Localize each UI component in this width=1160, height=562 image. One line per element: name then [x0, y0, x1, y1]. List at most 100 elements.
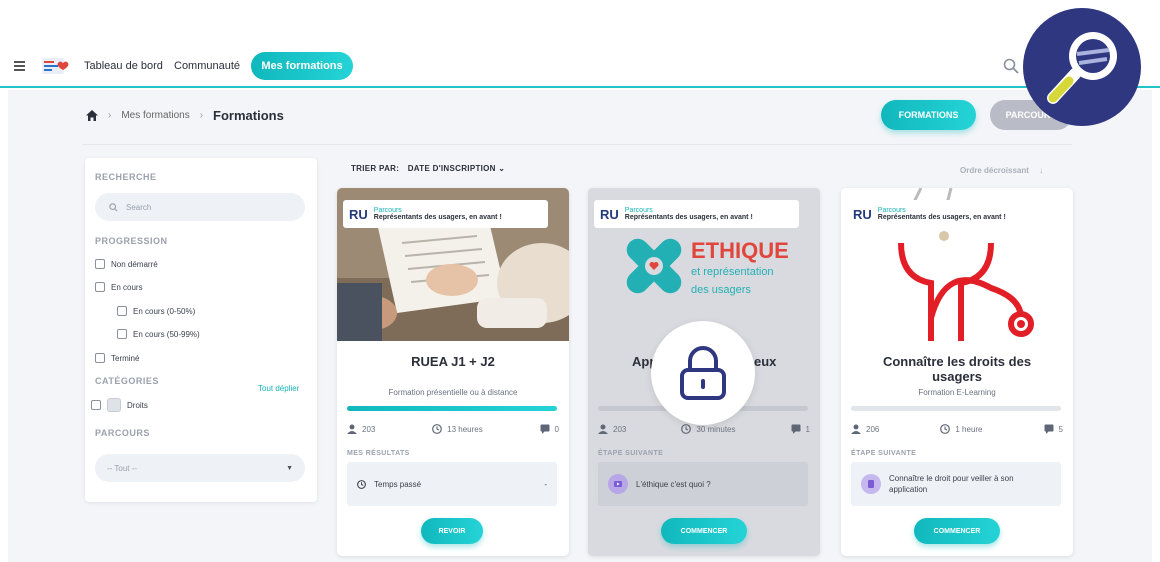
- checkbox-label: En cours (0-50%): [133, 306, 196, 316]
- image-subtitle-line1: et représentation: [691, 266, 774, 278]
- course-image: ETHIQUE et représentation des usagers RU…: [588, 188, 820, 341]
- filter-en-cours-50-99[interactable]: En cours (50-99%): [117, 329, 200, 339]
- app-logo[interactable]: [42, 56, 70, 76]
- learners-count: 206: [866, 424, 880, 434]
- tag-name[interactable]: Représentants des usagers, en avant !: [878, 214, 1006, 221]
- sort-value[interactable]: DATE D'INSCRIPTION: [408, 164, 496, 173]
- ru-logo: RU: [349, 206, 368, 222]
- home-icon[interactable]: [86, 110, 98, 121]
- sort-order[interactable]: Ordre décroissant ↓: [960, 166, 1043, 175]
- course-stats: 203 30 minutes 1: [598, 424, 810, 434]
- progress-bar: [347, 406, 557, 411]
- commencer-button[interactable]: COMMENCER: [661, 518, 747, 544]
- course-card[interactable]: RU Parcours Représentants des usagers, e…: [841, 188, 1073, 556]
- search-input[interactable]: Search: [95, 193, 305, 221]
- filter-en-cours-0-50[interactable]: En cours (0-50%): [117, 306, 195, 316]
- user-icon: [347, 424, 357, 434]
- learners-count: 203: [362, 424, 376, 434]
- next-step-box[interactable]: L'éthique c'est quoi ?: [598, 462, 808, 506]
- results-label: Temps passé: [374, 479, 422, 489]
- image-subtitle-line2: des usagers: [691, 284, 751, 296]
- filter-en-cours[interactable]: En cours: [95, 282, 143, 292]
- next-step-box[interactable]: Connaître le droit pour veiller à son ap…: [851, 462, 1061, 506]
- course-image: RU Parcours Représentants des usagers, e…: [841, 188, 1073, 341]
- next-step-label: L'éthique c'est quoi ?: [636, 479, 711, 489]
- course-title[interactable]: RUEA J1 + J2: [337, 354, 569, 369]
- section-title: ÉTAPE SUIVANTE: [851, 450, 917, 457]
- course-title-line1[interactable]: Connaître les droits des: [841, 354, 1073, 369]
- breadcrumb-separator: ›: [199, 110, 204, 121]
- search-icon[interactable]: [1003, 58, 1019, 74]
- progression-section-title: PROGRESSION: [95, 236, 168, 246]
- duration: 13 heures: [447, 424, 483, 434]
- course-subtitle: Formation E-Learning: [918, 388, 996, 397]
- tag-kind: Parcours: [877, 207, 906, 214]
- course-image: RU Parcours Représentants des usagers, e…: [337, 188, 569, 341]
- page-content: › Mes formations › Formations FORMATIONS…: [8, 90, 1152, 562]
- course-tag: RU Parcours Représentants des usagers, e…: [343, 200, 548, 228]
- nav-tableau-de-bord[interactable]: Tableau de bord: [84, 60, 163, 72]
- checkbox-label: En cours (50-99%): [133, 329, 200, 339]
- results-value: -: [544, 479, 547, 489]
- checkbox-label: Non démarré: [111, 259, 158, 269]
- course-title-line2[interactable]: usagers: [841, 369, 1073, 384]
- chevron-down-icon: ▼: [286, 464, 293, 472]
- course-card[interactable]: RU Parcours Représentants des usagers, e…: [337, 188, 569, 556]
- image-title: ETHIQUE: [691, 238, 789, 263]
- parcours-select-value: -- Tout --: [107, 463, 138, 473]
- checkbox-label: Droits: [127, 400, 148, 410]
- checkbox[interactable]: [95, 353, 105, 363]
- sort-control[interactable]: TRIER PAR: DATE D'INSCRIPTION ⌄: [351, 164, 505, 173]
- clock-icon: [357, 479, 366, 489]
- commencer-button[interactable]: COMMENCER: [914, 518, 1000, 544]
- tag-name[interactable]: Représentants des usagers, en avant !: [374, 214, 502, 221]
- filter-termine[interactable]: Terminé: [95, 353, 139, 363]
- checkbox-label: En cours: [111, 282, 143, 292]
- clock-icon: [432, 424, 443, 434]
- sort-order-label: Ordre décroissant: [960, 166, 1029, 175]
- checkbox[interactable]: [95, 282, 105, 292]
- checkbox[interactable]: [91, 400, 101, 410]
- top-navigation: Tableau de bord Communauté Mes formation…: [0, 46, 1160, 88]
- nav-communaute[interactable]: Communauté: [174, 60, 240, 72]
- video-icon: [608, 474, 628, 494]
- clock-icon: [940, 424, 951, 434]
- filter-category-droits[interactable]: Droits: [91, 398, 148, 412]
- checkbox[interactable]: [117, 306, 127, 316]
- filter-non-demarre[interactable]: Non démarré: [95, 259, 158, 269]
- filter-sidebar: RECHERCHE Search PROGRESSION Non démarré…: [85, 158, 317, 502]
- breadcrumb: › Mes formations › Formations: [86, 108, 284, 123]
- ru-logo: RU: [600, 206, 619, 222]
- search-section-title: RECHERCHE: [95, 172, 157, 182]
- section-title: MES RÉSULTATS: [347, 450, 410, 457]
- ru-logo: RU: [853, 206, 872, 222]
- course-card-locked[interactable]: ETHIQUE et représentation des usagers RU…: [588, 188, 820, 556]
- comments-count: 1: [805, 424, 810, 434]
- checkbox-label: Terminé: [111, 353, 140, 363]
- breadcrumb-mes-formations[interactable]: Mes formations: [121, 110, 189, 121]
- revoir-button[interactable]: REVOIR: [421, 518, 483, 544]
- tag-name[interactable]: Représentants des usagers, en avant !: [625, 214, 753, 221]
- checkbox[interactable]: [95, 259, 105, 269]
- sort-label: TRIER PAR:: [351, 164, 400, 173]
- parcours-section-title: PARCOURS: [95, 428, 150, 438]
- tag-kind: Parcours: [624, 207, 653, 214]
- user-icon: [598, 424, 608, 434]
- comments-count: 5: [1058, 424, 1063, 434]
- expand-all-link[interactable]: Tout déplier: [258, 384, 299, 393]
- learners-count: 203: [613, 424, 627, 434]
- progress-bar-fill: [347, 406, 557, 411]
- hamburger-menu-icon[interactable]: [14, 61, 25, 71]
- checkbox[interactable]: [117, 329, 127, 339]
- nav-mes-formations[interactable]: Mes formations: [251, 52, 353, 80]
- chevron-down-icon[interactable]: ⌄: [498, 164, 505, 173]
- formations-toggle-button[interactable]: FORMATIONS: [881, 100, 976, 130]
- document-icon: [861, 474, 881, 494]
- comment-icon: [791, 424, 801, 434]
- parcours-select[interactable]: -- Tout -- ▼: [95, 454, 305, 482]
- divider: [82, 144, 1072, 145]
- next-step-label-line1: Connaître le droit pour veiller à son: [889, 474, 1014, 483]
- search-placeholder: Search: [126, 202, 152, 212]
- course-stats: 206 1 heure 5: [851, 424, 1063, 434]
- results-box: Temps passé -: [347, 462, 557, 506]
